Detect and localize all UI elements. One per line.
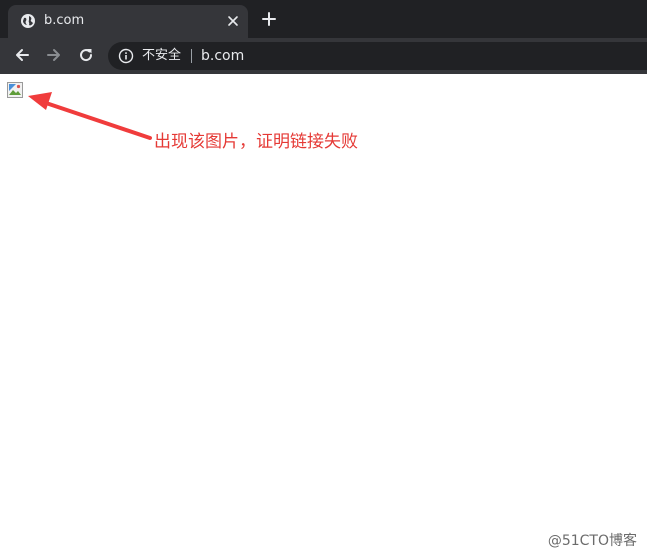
page-content: 出现该图片，证明链接失败 @51CTO博客	[0, 74, 647, 559]
info-icon[interactable]	[118, 48, 134, 64]
broken-image-icon	[7, 82, 23, 98]
tab-title: b.com	[44, 13, 85, 28]
reload-icon[interactable]	[77, 46, 95, 64]
address-bar[interactable]: 不安全 b.com	[108, 42, 647, 70]
globe-icon	[21, 14, 35, 28]
new-tab-button[interactable]	[261, 11, 277, 27]
security-status-label[interactable]: 不安全	[142, 48, 181, 64]
browser-window: b.com 不安全 b.com 出现该图片，证明链接失败 @51CTO博客	[0, 0, 647, 559]
omnibox-divider	[191, 49, 192, 63]
back-arrow-icon[interactable]	[13, 46, 31, 64]
forward-arrow-icon[interactable]	[45, 46, 63, 64]
url-text[interactable]: b.com	[201, 47, 244, 65]
close-icon[interactable]	[226, 14, 240, 28]
toolbar: 不安全 b.com	[0, 38, 647, 74]
tab-b-com[interactable]: b.com	[8, 5, 248, 38]
annotation-text: 出现该图片，证明链接失败	[154, 132, 358, 152]
tab-strip: b.com	[0, 0, 647, 38]
watermark: @51CTO博客	[547, 533, 637, 549]
